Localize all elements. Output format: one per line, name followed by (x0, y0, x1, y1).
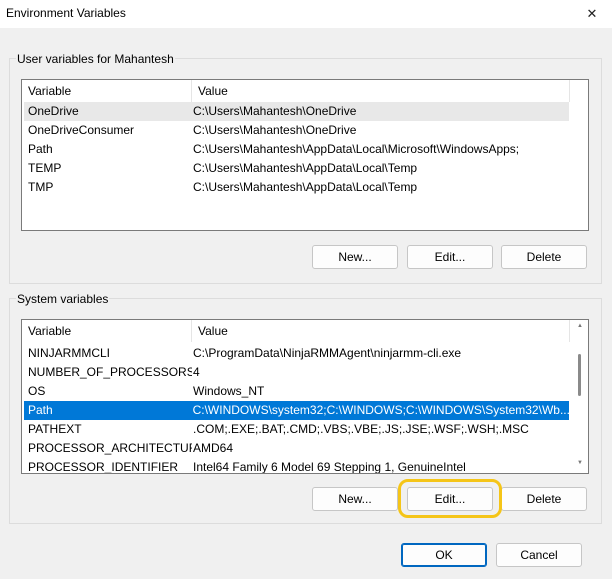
column-header-variable[interactable]: Variable (22, 320, 192, 342)
row-value: C:\Users\Mahantesh\OneDrive (193, 104, 357, 118)
table-row[interactable]: PROCESSOR_ARCHITECTURE AMD64 (24, 439, 569, 458)
table-row[interactable]: PROCESSOR_IDENTIFIER Intel64 Family 6 Mo… (24, 458, 569, 474)
row-value: .COM;.EXE;.BAT;.CMD;.VBS;.VBE;.JS;.JSE;.… (193, 422, 529, 436)
user-delete-button[interactable]: Delete (501, 245, 587, 269)
table-row-selected[interactable]: Path C:\WINDOWS\system32;C:\WINDOWS;C:\W… (24, 401, 569, 420)
row-value: 4 (193, 365, 200, 379)
row-value: C:\WINDOWS\system32;C:\WINDOWS;C:\WINDOW… (192, 403, 569, 417)
row-variable: Path (28, 142, 53, 156)
row-value: C:\ProgramData\NinjaRMMAgent\ninjarmm-cl… (193, 346, 462, 360)
row-value: Intel64 Family 6 Model 69 Stepping 1, Ge… (193, 460, 466, 474)
cancel-button[interactable]: Cancel (496, 543, 582, 567)
ok-button[interactable]: OK (401, 543, 487, 567)
table-row[interactable]: PATHEXT .COM;.EXE;.BAT;.CMD;.VBS;.VBE;.J… (24, 420, 569, 439)
row-value: C:\Users\Mahantesh\AppData\Local\Temp (193, 180, 418, 194)
table-row[interactable]: TMP C:\Users\Mahantesh\AppData\Local\Tem… (24, 178, 569, 197)
row-variable: NINJARMMCLI (28, 346, 111, 360)
table-row[interactable]: NINJARMMCLI C:\ProgramData\NinjaRMMAgent… (24, 344, 569, 363)
row-value: C:\Users\Mahantesh\OneDrive (193, 123, 357, 137)
row-value: C:\Users\Mahantesh\AppData\Local\Temp (193, 161, 418, 175)
row-value: AMD64 (193, 441, 234, 455)
row-variable: Path (28, 403, 53, 417)
user-variables-list[interactable]: Variable Value OneDrive C:\Users\Mahante… (21, 79, 589, 231)
system-variables-label: System variables (16, 292, 110, 306)
row-variable: TEMP (28, 161, 62, 175)
row-value: Windows_NT (193, 384, 265, 398)
window-title: Environment Variables (6, 6, 126, 20)
table-row[interactable]: OneDriveConsumer C:\Users\Mahantesh\OneD… (24, 121, 569, 140)
system-variables-list[interactable]: Variable Value NINJARMMCLI C:\ProgramDat… (21, 319, 589, 474)
row-variable: OneDriveConsumer (28, 123, 135, 137)
column-header-variable[interactable]: Variable (22, 80, 192, 102)
column-header-value[interactable]: Value (192, 80, 570, 102)
vertical-scrollbar[interactable]: ▲ ▼ (575, 320, 583, 471)
row-value: C:\Users\Mahantesh\AppData\Local\Microso… (193, 142, 520, 156)
row-variable: NUMBER_OF_PROCESSORS (28, 365, 192, 379)
scroll-up-icon[interactable]: ▲ (575, 323, 585, 329)
system-new-button[interactable]: New... (312, 487, 398, 511)
table-row[interactable]: OneDrive C:\Users\Mahantesh\OneDrive (24, 102, 569, 121)
close-icon: ✕ (586, 6, 598, 21)
row-variable: PROCESSOR_ARCHITECTURE (28, 441, 192, 455)
user-new-button[interactable]: New... (312, 245, 398, 269)
table-row[interactable]: OS Windows_NT (24, 382, 569, 401)
row-variable: OneDrive (28, 104, 79, 118)
row-variable: PROCESSOR_IDENTIFIER (28, 460, 179, 474)
row-variable: OS (28, 384, 46, 398)
system-delete-button[interactable]: Delete (501, 487, 587, 511)
table-row[interactable]: Path C:\Users\Mahantesh\AppData\Local\Mi… (24, 140, 569, 159)
scroll-thumb[interactable] (578, 354, 581, 396)
row-variable: PATHEXT (28, 422, 82, 436)
user-edit-button[interactable]: Edit... (407, 245, 493, 269)
row-variable: TMP (28, 180, 54, 194)
scroll-down-icon[interactable]: ▼ (575, 460, 585, 466)
table-row[interactable]: NUMBER_OF_PROCESSORS 4 (24, 363, 569, 382)
title-bar: Environment Variables ✕ (0, 0, 612, 28)
column-header-value[interactable]: Value (192, 320, 570, 342)
system-edit-button[interactable]: Edit... (407, 487, 493, 511)
close-button[interactable]: ✕ (572, 0, 612, 28)
system-list-header: Variable Value (22, 320, 588, 342)
user-list-header: Variable Value (22, 80, 588, 102)
table-row[interactable]: TEMP C:\Users\Mahantesh\AppData\Local\Te… (24, 159, 569, 178)
user-variables-label: User variables for Mahantesh (16, 52, 175, 66)
